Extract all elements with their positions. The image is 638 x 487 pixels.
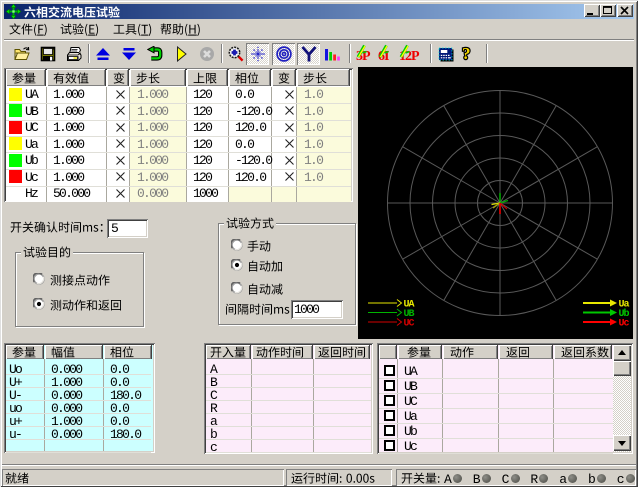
svg-text:Uc: Uc: [619, 319, 630, 330]
svg-text:UC: UC: [404, 319, 415, 330]
svg-text:?: ?: [462, 44, 471, 63]
